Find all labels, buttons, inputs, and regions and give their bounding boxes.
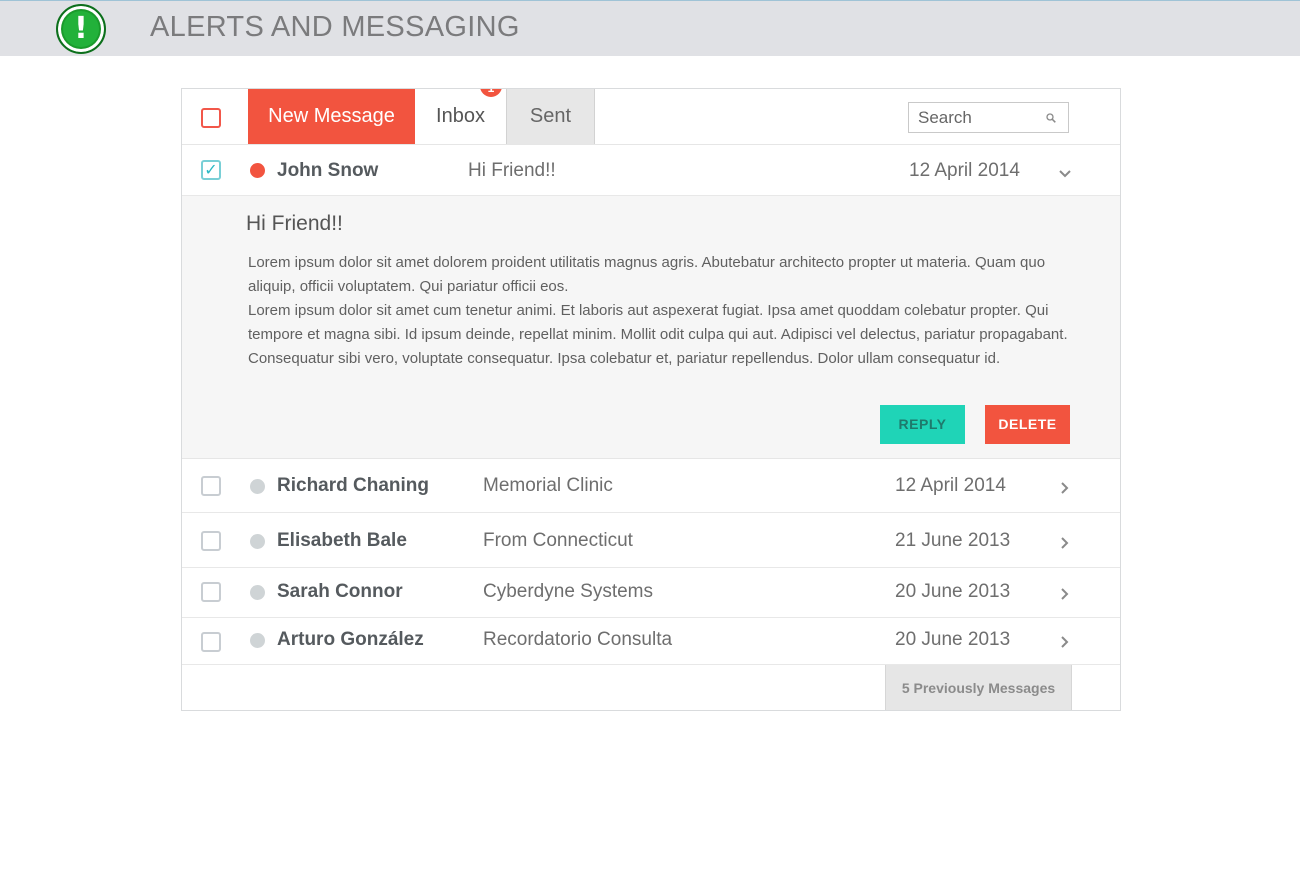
- message-sender: Elisabeth Bale: [277, 530, 407, 551]
- message-date: 12 April 2014: [909, 160, 1020, 181]
- message-date: 20 June 2013: [895, 629, 1011, 650]
- search-box: [908, 102, 1069, 133]
- message-checkbox[interactable]: ✓: [201, 160, 221, 180]
- message-checkbox[interactable]: [201, 632, 221, 652]
- reply-button[interactable]: REPLY: [880, 405, 965, 444]
- chevron-right-icon[interactable]: [1058, 587, 1072, 601]
- tab-sent[interactable]: Sent: [506, 89, 595, 144]
- message-list-footer: 5 Previously Messages: [182, 665, 1120, 710]
- tab-inbox[interactable]: Inbox: [415, 89, 506, 144]
- message-date: 12 April 2014: [895, 475, 1006, 496]
- message-toolbar: New Message Inbox Sent: [182, 89, 1120, 145]
- message-row[interactable]: Arturo González Recordatorio Consulta 20…: [182, 618, 1120, 665]
- read-dot-icon: [250, 633, 265, 648]
- message-body: Lorem ipsum dolor sit amet dolorem proid…: [248, 251, 1068, 371]
- message-date: 20 June 2013: [895, 581, 1011, 602]
- read-dot-icon: [250, 585, 265, 600]
- app-title: ALERTS AND MESSAGING: [150, 11, 520, 43]
- message-row-john-snow[interactable]: ✓ John Snow Hi Friend!! 12 April 2014: [182, 145, 1120, 196]
- read-dot-icon: [250, 479, 265, 494]
- message-row[interactable]: Sarah Connor Cyberdyne Systems 20 June 2…: [182, 568, 1120, 618]
- expanded-subject: Hi Friend!!: [246, 212, 343, 235]
- message-paragraph: Lorem ipsum dolor sit amet cum tenetur a…: [248, 302, 1068, 367]
- message-checkbox[interactable]: [201, 531, 221, 551]
- message-sender: Richard Chaning: [277, 475, 430, 496]
- chevron-right-icon[interactable]: [1058, 536, 1072, 550]
- message-sender: Sarah Connor: [277, 581, 403, 602]
- message-row[interactable]: Elisabeth Bale From Connecticut 21 June …: [182, 513, 1120, 568]
- message-sender: Arturo González: [277, 629, 424, 650]
- message-paragraph: Lorem ipsum dolor sit amet dolorem proid…: [248, 254, 1046, 295]
- select-all-checkbox[interactable]: [201, 108, 221, 128]
- message-sender: John Snow: [277, 160, 379, 181]
- new-message-button[interactable]: New Message: [248, 89, 415, 144]
- message-subject: Memorial Clinic: [483, 475, 613, 496]
- search-icon[interactable]: [1046, 113, 1056, 123]
- message-subject: Recordatorio Consulta: [483, 629, 673, 650]
- expanded-message: Hi Friend!! Lorem ipsum dolor sit amet d…: [182, 196, 1120, 459]
- message-panel: New Message Inbox Sent 1 ✓ John Snow Hi …: [181, 88, 1121, 711]
- message-date: 21 June 2013: [895, 530, 1011, 551]
- message-subject: From Connecticut: [483, 530, 633, 551]
- message-row[interactable]: Richard Chaning Memorial Clinic 12 April…: [182, 459, 1120, 513]
- previous-messages-button[interactable]: 5 Previously Messages: [885, 665, 1072, 710]
- chevron-right-icon[interactable]: [1058, 481, 1072, 495]
- search-input[interactable]: [918, 107, 1038, 129]
- unread-dot-icon: [250, 163, 265, 178]
- message-subject: Hi Friend!!: [468, 160, 556, 181]
- app-header: ! ALERTS AND MESSAGING: [0, 0, 1300, 56]
- read-dot-icon: [250, 534, 265, 549]
- message-checkbox[interactable]: [201, 476, 221, 496]
- message-subject: Cyberdyne Systems: [483, 581, 654, 602]
- exclamation-alert-icon: !: [56, 4, 106, 54]
- chevron-right-icon[interactable]: [1058, 635, 1072, 649]
- chevron-down-icon[interactable]: [1058, 167, 1072, 181]
- message-checkbox[interactable]: [201, 582, 221, 602]
- delete-button[interactable]: DELETE: [985, 405, 1070, 444]
